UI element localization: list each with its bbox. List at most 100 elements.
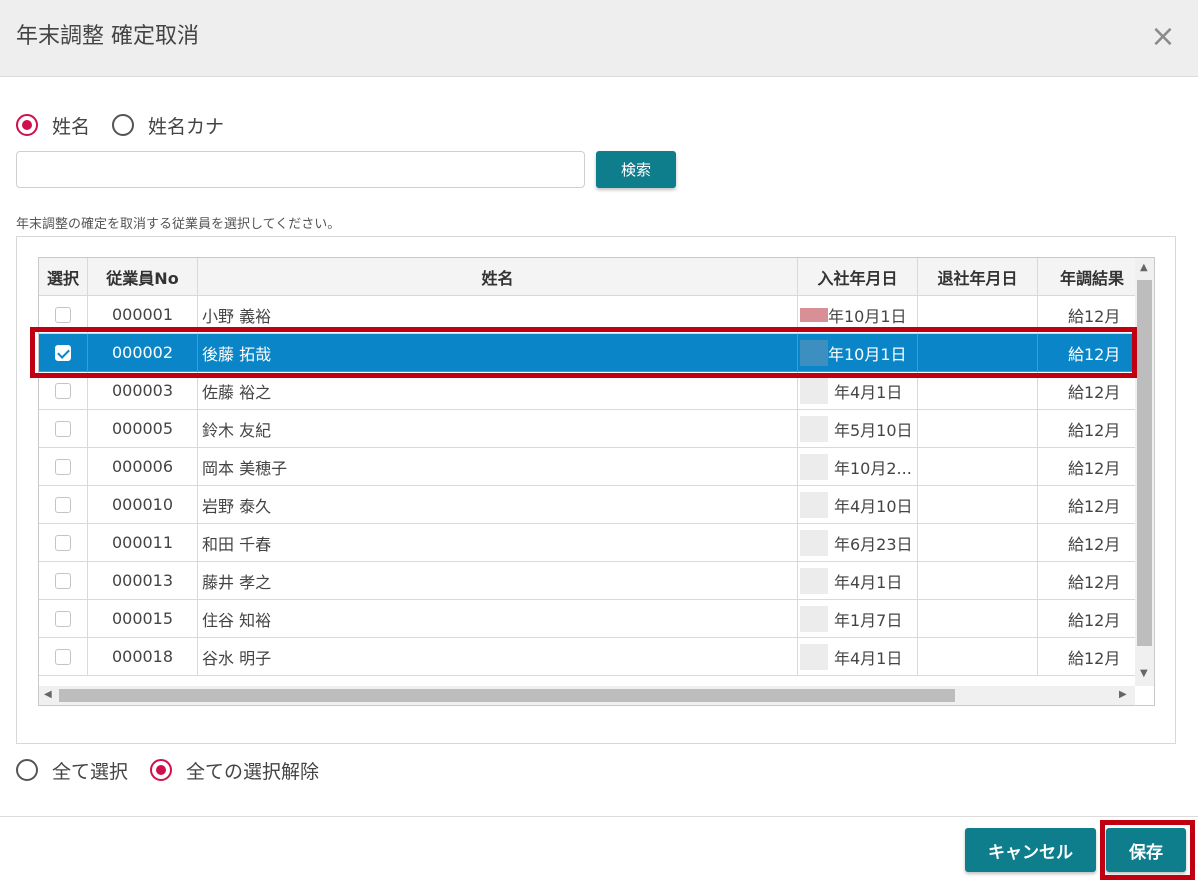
cell-hire-date: 年1月7日 (798, 600, 918, 638)
cell-retire-date (918, 600, 1038, 638)
radio-select-all-label: 全て選択 (52, 760, 129, 783)
vertical-scrollbar[interactable]: ▲ ▼ (1135, 258, 1154, 686)
row-checkbox[interactable] (55, 458, 71, 475)
row-checkbox[interactable] (55, 344, 71, 361)
save-button[interactable]: 保存 (1106, 828, 1186, 872)
cell-name: 和田 千春 (198, 524, 798, 562)
cell-hire-date-text: 年10月1日 (828, 306, 907, 326)
cell-retire-date (918, 372, 1038, 410)
table-row[interactable]: 000013 藤井 孝之 年4月1日 給12月 (39, 562, 1135, 600)
row-checkbox[interactable] (55, 534, 71, 551)
cell-employee-no: 000018 (88, 638, 198, 676)
cell-retire-date (918, 334, 1038, 372)
row-checkbox[interactable] (55, 610, 71, 627)
col-header-name[interactable]: 姓名 (198, 258, 798, 296)
cell-hire-date-text: 年4月1日 (834, 382, 903, 402)
row-checkbox[interactable] (55, 306, 71, 323)
radio-deselect-all[interactable]: 全ての選択解除 (150, 757, 319, 784)
dialog-title: 年末調整 確定取消 (16, 24, 199, 49)
bulk-select-group: 全て選択 全ての選択解除 (16, 756, 341, 784)
col-header-result[interactable]: 年調結果 (1038, 258, 1135, 296)
row-checkbox-cell[interactable] (39, 334, 88, 372)
cell-hire-date: 年10月1日 (798, 334, 918, 372)
row-checkbox-cell[interactable] (39, 296, 88, 334)
cell-result: 給12月 (1038, 296, 1135, 334)
search-input[interactable] (16, 151, 585, 188)
radio-name-indicator[interactable] (16, 114, 38, 136)
col-header-employee-no[interactable]: 従業員No (88, 258, 198, 296)
cell-result: 給12月 (1038, 372, 1135, 410)
radio-select-all-indicator[interactable] (16, 759, 38, 781)
cell-name: 小野 義裕 (198, 296, 798, 334)
table-row[interactable]: 000010 岩野 泰久 年4月10日 給12月 (39, 486, 1135, 524)
table-row[interactable]: 000003 佐藤 裕之 年4月1日 給12月 (39, 372, 1135, 410)
table-row[interactable]: 000011 和田 千春 年6月23日 給12月 (39, 524, 1135, 562)
radio-deselect-all-indicator[interactable] (150, 759, 173, 781)
cell-name: 谷水 明子 (198, 638, 798, 676)
cell-result: 給12月 (1038, 334, 1135, 372)
cell-result: 給12月 (1038, 562, 1135, 600)
row-checkbox-cell[interactable] (39, 410, 88, 448)
row-checkbox[interactable] (55, 496, 71, 513)
search-button[interactable]: 検索 (596, 151, 676, 188)
redacted-area (800, 644, 828, 670)
col-header-select[interactable]: 選択 (39, 258, 88, 296)
col-header-retire-date[interactable]: 退社年月日 (918, 258, 1038, 296)
col-header-hire-date[interactable]: 入社年月日 (798, 258, 918, 296)
row-checkbox-cell[interactable] (39, 562, 88, 600)
table-row[interactable]: 000015 住谷 知裕 年1月7日 給12月 (39, 600, 1135, 638)
scroll-left-icon[interactable]: ◀ (44, 689, 52, 700)
close-icon[interactable]: × (1148, 22, 1178, 52)
row-checkbox[interactable] (55, 572, 71, 589)
redacted-area (800, 530, 828, 556)
employee-grid: 選択 従業員No 姓名 入社年月日 退社年月日 年調結果 000001 小野 義… (38, 257, 1155, 706)
table-row[interactable]: 000006 岡本 美穂子 年10月2... 給12月 (39, 448, 1135, 486)
cell-retire-date (918, 448, 1038, 486)
cancel-button[interactable]: キャンセル (965, 828, 1096, 872)
cell-name: 岡本 美穂子 (198, 448, 798, 486)
radio-name-kana[interactable]: 姓名カナ (112, 112, 224, 139)
horizontal-scroll-thumb[interactable] (59, 689, 955, 702)
cell-employee-no: 000003 (88, 372, 198, 410)
radio-select-all[interactable]: 全て選択 (16, 757, 128, 784)
radio-name-kana-indicator[interactable] (112, 114, 135, 136)
row-checkbox[interactable] (55, 420, 71, 437)
redacted-area (800, 340, 828, 366)
cell-name: 藤井 孝之 (198, 562, 798, 600)
search-mode-group: 姓名 姓名カナ (16, 111, 246, 139)
redacted-area (800, 454, 828, 480)
cell-result: 給12月 (1038, 486, 1135, 524)
table-row-selected[interactable]: 000002 後藤 拓哉 年10月1日 給12月 (39, 334, 1135, 372)
vertical-scroll-thumb[interactable] (1137, 280, 1152, 646)
row-checkbox-cell[interactable] (39, 486, 88, 524)
row-checkbox-cell[interactable] (39, 638, 88, 676)
row-checkbox[interactable] (55, 382, 71, 399)
cell-hire-date-text: 年4月1日 (834, 572, 903, 592)
grid-header-row: 選択 従業員No 姓名 入社年月日 退社年月日 年調結果 (39, 258, 1135, 296)
cell-name: 鈴木 友紀 (198, 410, 798, 448)
row-checkbox-cell[interactable] (39, 372, 88, 410)
scroll-down-icon[interactable]: ▼ (1140, 668, 1148, 679)
row-checkbox-cell[interactable] (39, 524, 88, 562)
cell-hire-date: 年4月1日 (798, 562, 918, 600)
cell-retire-date (918, 296, 1038, 334)
scroll-right-icon[interactable]: ▶ (1119, 689, 1127, 700)
cell-name: 岩野 泰久 (198, 486, 798, 524)
cell-hire-date-text: 年10月2... (834, 458, 912, 478)
row-checkbox[interactable] (55, 648, 71, 665)
instruction-text: 年末調整の確定を取消する従業員を選択してください。 (16, 217, 341, 232)
table-row[interactable]: 000005 鈴木 友紀 年5月10日 給12月 (39, 410, 1135, 448)
row-checkbox-cell[interactable] (39, 448, 88, 486)
cell-retire-date (918, 524, 1038, 562)
cell-retire-date (918, 486, 1038, 524)
cell-retire-date (918, 562, 1038, 600)
row-checkbox-cell[interactable] (39, 600, 88, 638)
table-row[interactable]: 000001 小野 義裕 年10月1日 給12月 (39, 296, 1135, 334)
cell-hire-date-text: 年5月10日 (834, 420, 913, 440)
radio-name[interactable]: 姓名 (16, 112, 90, 139)
radio-name-kana-label: 姓名カナ (148, 115, 225, 138)
horizontal-scrollbar[interactable]: ◀ ▶ (39, 686, 1135, 705)
redacted-area (800, 606, 828, 632)
scroll-up-icon[interactable]: ▲ (1140, 262, 1148, 273)
table-row[interactable]: 000018 谷水 明子 年4月1日 給12月 (39, 638, 1135, 676)
